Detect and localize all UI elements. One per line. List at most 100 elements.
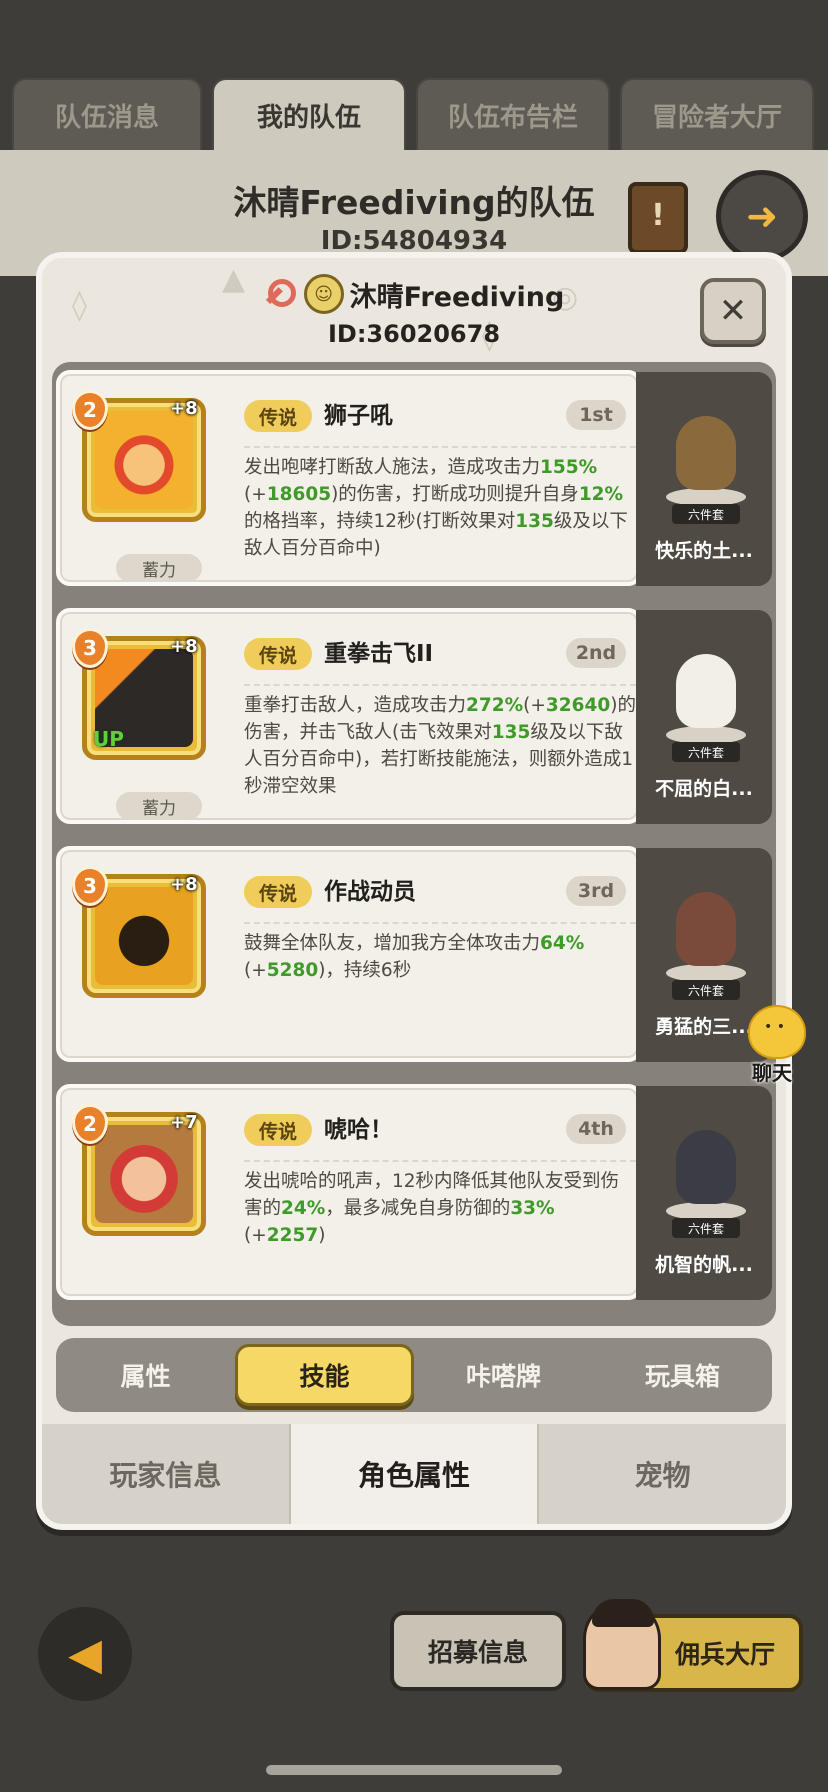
- skill-text: 鼓舞全体队友，增加我方全体攻击力: [244, 933, 541, 954]
- charge-tag: 蓄力: [116, 792, 202, 820]
- tab-character-attributes[interactable]: 角色属性: [290, 1424, 540, 1524]
- skill-card[interactable]: 3 UP +8 蓄力 传说 重拳击飞II 2nd 重拳打击敌人，造成攻击力272…: [56, 608, 642, 824]
- key-icon: [264, 277, 298, 311]
- pet-figure-icon: [676, 1130, 736, 1204]
- skill-value: 32640: [545, 695, 611, 716]
- skill-name: 作战动员: [324, 879, 416, 905]
- tab-player-info[interactable]: 玩家信息: [42, 1424, 291, 1524]
- pet-card[interactable]: 六件套 机智的帆...: [636, 1086, 772, 1300]
- exclamation-icon: !: [651, 198, 665, 233]
- skill-text: 的格挡率，持续12秒(打断效果对: [244, 511, 516, 532]
- tab-toybox[interactable]: 玩具箱: [593, 1344, 772, 1406]
- skill-card[interactable]: 2 +8 蓄力 传说 狮子吼 1st 发出咆哮打断敌人施法，造成攻击力155%(…: [56, 370, 642, 586]
- skill-plus-level: +8: [170, 398, 198, 419]
- skill-order: 3rd: [566, 876, 626, 906]
- pet-figure-icon: [676, 654, 736, 728]
- pet-set-label: 六件套: [672, 504, 740, 524]
- skill-description: 发出唬哈的吼声，12秒内降低其他队友受到伤害的24%，最多减免自身防御的33%(…: [244, 1160, 636, 1249]
- player-id: ID:36020678: [327, 320, 501, 348]
- chat-face-icon: [748, 1005, 806, 1059]
- tab-team-messages[interactable]: 队伍消息: [12, 78, 202, 152]
- skill-value: 18605: [266, 484, 332, 505]
- skill-order: 2nd: [566, 638, 626, 668]
- skill-text: 发出咆哮打断敌人施法，造成攻击力: [244, 457, 541, 478]
- modal-header: ◊ ▲ ◎ ◊ ☺ 沐晴Freediving ID:36020678 ✕: [42, 258, 786, 368]
- pet-figure-icon: [676, 416, 736, 490]
- mercenary-hall-label: 佣兵大厅: [674, 1640, 775, 1669]
- skill-row: 3 +8 传说 作战动员 3rd 鼓舞全体队友，增加我方全体攻击力64%(+52…: [52, 844, 776, 1066]
- skill-description: 发出咆哮打断敌人施法，造成攻击力155% (+18605)的伤害，打断成功则提升自…: [244, 446, 636, 562]
- charge-tag: 蓄力: [116, 554, 202, 582]
- skill-text: ，最多减免自身防御的: [325, 1198, 511, 1219]
- skill-order: 4th: [566, 1114, 626, 1144]
- skill-row: 3 UP +8 蓄力 传说 重拳击飞II 2nd 重拳打击敌人，造成攻击力272…: [52, 606, 776, 828]
- skill-card[interactable]: 2 +7 传说 唬哈！ 4th 发出唬哈的吼声，12秒内降低其他队友受到伤害的2…: [56, 1084, 642, 1300]
- skill-value: 135: [491, 722, 531, 743]
- close-button[interactable]: ✕: [700, 278, 766, 344]
- exit-team-button[interactable]: ➜: [716, 170, 808, 262]
- skill-value: 64%: [540, 933, 585, 954]
- tab-attributes[interactable]: 属性: [56, 1344, 235, 1406]
- skill-card[interactable]: 3 +8 传说 作战动员 3rd 鼓舞全体队友，增加我方全体攻击力64%(+52…: [56, 846, 642, 1062]
- skill-value: 2257: [266, 1225, 319, 1246]
- skill-text: (+: [523, 695, 546, 716]
- chat-label: 聊天: [752, 1061, 792, 1085]
- skills-list: 2 +8 蓄力 传说 狮子吼 1st 发出咆哮打断敌人施法，造成攻击力155%(…: [52, 362, 776, 1326]
- sub-tab-bar: 属性 技能 咔嗒牌 玩具箱: [56, 1338, 772, 1412]
- pet-name: 不屈的白...: [655, 778, 753, 800]
- tab-adventurer-hall[interactable]: 冒险者大厅: [620, 78, 814, 152]
- skill-text: )的伤害，打断成功则提升自身: [331, 484, 579, 505]
- back-arrow-icon: ◀: [68, 1628, 102, 1680]
- back-button[interactable]: ◀: [38, 1607, 132, 1701]
- pet-name: 快乐的土...: [655, 540, 753, 562]
- skill-row: 2 +8 蓄力 传说 狮子吼 1st 发出咆哮打断敌人施法，造成攻击力155%(…: [52, 368, 776, 590]
- pet-set-label: 六件套: [672, 742, 740, 762]
- pet-set-label: 六件套: [672, 1218, 740, 1238]
- skill-value: 5280: [266, 960, 319, 981]
- skill-name: 狮子吼: [324, 403, 393, 429]
- skill-text: 重拳打击敌人，造成攻击力: [244, 695, 467, 716]
- skill-value: 24%: [281, 1198, 326, 1219]
- player-name-row: ☺ 沐晴Freediving: [42, 274, 786, 314]
- rarity-badge: 传说: [244, 876, 312, 908]
- tab-cards[interactable]: 咔嗒牌: [414, 1344, 593, 1406]
- recruit-info-button[interactable]: 招募信息: [390, 1611, 566, 1691]
- skill-row: 2 +7 传说 唬哈！ 4th 发出唬哈的吼声，12秒内降低其他队友受到伤害的2…: [52, 1082, 776, 1304]
- skill-plus-level: +8: [170, 874, 198, 895]
- bottom-tab-bar: 玩家信息 角色属性 宠物: [42, 1424, 786, 1524]
- rarity-badge: 传说: [244, 638, 312, 670]
- close-icon: ✕: [718, 291, 748, 331]
- bulletin-scroll-button[interactable]: !: [628, 182, 688, 254]
- caveman-avatar-icon: [583, 1599, 661, 1690]
- skill-description: 重拳打击敌人，造成攻击力272%(+32640)的伤害，并击飞敌人(击飞效果对1…: [244, 684, 636, 800]
- tab-pets[interactable]: 宠物: [539, 1424, 786, 1524]
- rank-emblem-icon: ☺: [303, 274, 344, 314]
- skill-text: (+: [244, 1225, 267, 1246]
- mercenary-hall-button[interactable]: 佣兵大厅: [583, 1599, 803, 1692]
- pet-figure-icon: [676, 892, 736, 966]
- skill-text: (+: [244, 960, 267, 981]
- skill-name: 唬哈！: [324, 1117, 393, 1143]
- pet-set-label: 六件套: [672, 980, 740, 1000]
- tab-skills[interactable]: 技能: [235, 1344, 414, 1406]
- player-detail-modal: ◊ ▲ ◎ ◊ ☺ 沐晴Freediving ID:36020678 ✕ 2 +…: [36, 252, 792, 1530]
- exit-arrow-icon: ➜: [746, 194, 778, 238]
- skill-text: (+: [244, 484, 267, 505]
- chat-button[interactable]: 聊天: [736, 1005, 808, 1085]
- skill-value: 135: [515, 511, 554, 532]
- skill-name: 重拳击飞II: [324, 641, 434, 667]
- skill-plus-level: +7: [170, 1112, 198, 1133]
- player-name: 沐晴Freediving: [349, 281, 565, 313]
- pet-card[interactable]: 六件套 不屈的白...: [636, 610, 772, 824]
- skill-text: )，持续6秒: [318, 960, 412, 981]
- tab-my-team[interactable]: 我的队伍: [212, 78, 406, 152]
- skill-value: 33%: [510, 1198, 555, 1219]
- pet-name: 机智的帆...: [655, 1254, 753, 1276]
- skill-order: 1st: [566, 400, 626, 430]
- pet-card[interactable]: 六件套 快乐的土...: [636, 372, 772, 586]
- team-title: 沐晴Freediving的队伍: [233, 183, 595, 222]
- tab-team-bulletin[interactable]: 队伍布告栏: [416, 78, 610, 152]
- skill-text: ): [318, 1225, 326, 1246]
- skill-plus-level: +8: [170, 636, 198, 657]
- skill-value: 155%: [540, 457, 598, 478]
